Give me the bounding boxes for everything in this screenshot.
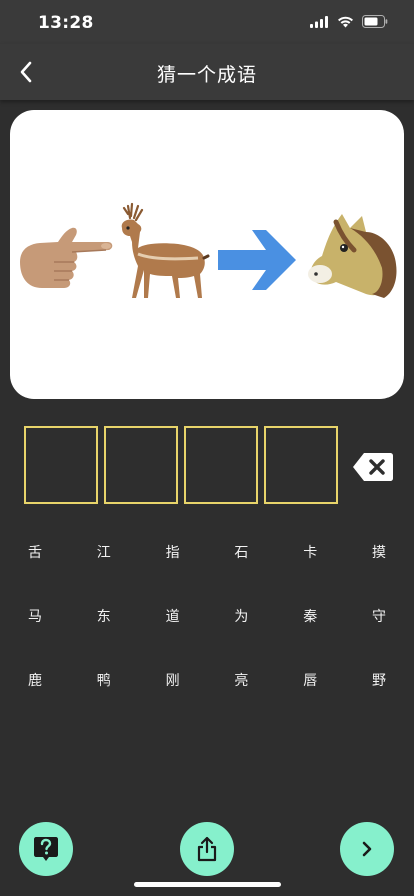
character-key[interactable]: 守 bbox=[366, 604, 392, 630]
character-key[interactable]: 舌 bbox=[22, 540, 48, 566]
next-button[interactable] bbox=[340, 822, 394, 876]
delete-button[interactable] bbox=[352, 452, 394, 482]
right-arrow-icon bbox=[218, 230, 296, 290]
character-key[interactable]: 道 bbox=[160, 604, 186, 630]
character-key[interactable]: 亮 bbox=[228, 668, 254, 694]
chevron-right-icon bbox=[362, 841, 372, 857]
character-key[interactable]: 摸 bbox=[366, 540, 392, 566]
character-key[interactable]: 卡 bbox=[297, 540, 323, 566]
hint-button[interactable] bbox=[19, 822, 73, 876]
backspace-icon bbox=[353, 453, 393, 481]
pointing-hand-icon bbox=[20, 227, 113, 288]
deer-icon bbox=[121, 202, 210, 298]
answer-slot[interactable] bbox=[24, 426, 98, 504]
battery-icon bbox=[362, 15, 388, 28]
status-icons bbox=[310, 15, 388, 28]
character-key[interactable]: 刚 bbox=[160, 668, 186, 694]
home-indicator bbox=[134, 882, 281, 887]
character-key[interactable]: 马 bbox=[22, 604, 48, 630]
character-key[interactable]: 秦 bbox=[297, 604, 323, 630]
character-key[interactable]: 为 bbox=[228, 604, 254, 630]
character-key[interactable]: 野 bbox=[366, 668, 392, 694]
page-title: 猜一个成语 bbox=[156, 64, 257, 86]
answer-slot[interactable] bbox=[184, 426, 258, 504]
character-key[interactable]: 唇 bbox=[297, 668, 323, 694]
horse-face-icon bbox=[308, 214, 397, 298]
character-key[interactable]: 鹿 bbox=[22, 668, 48, 694]
character-key[interactable]: 鸭 bbox=[91, 668, 117, 694]
character-row: 马 东 道 为 秦 守 bbox=[0, 604, 414, 630]
share-icon bbox=[197, 836, 217, 862]
character-key[interactable]: 石 bbox=[228, 540, 254, 566]
character-grid: 舌 江 指 石 卡 摸 马 东 道 为 秦 守 鹿 鸭 刚 亮 唇 野 bbox=[0, 540, 414, 732]
nav-bar: 猜一个成语 bbox=[0, 44, 414, 100]
wifi-icon bbox=[338, 16, 353, 27]
puzzle-card bbox=[10, 110, 404, 399]
question-icon bbox=[34, 837, 58, 861]
signal-icon bbox=[310, 15, 328, 28]
answer-slots bbox=[24, 426, 338, 504]
character-key[interactable]: 指 bbox=[160, 540, 186, 566]
status-bar: 13:28 bbox=[0, 0, 414, 44]
answer-slot[interactable] bbox=[104, 426, 178, 504]
status-time: 13:28 bbox=[38, 13, 94, 33]
answer-slot[interactable] bbox=[264, 426, 338, 504]
character-row: 舌 江 指 石 卡 摸 bbox=[0, 540, 414, 566]
character-row: 鹿 鸭 刚 亮 唇 野 bbox=[0, 668, 414, 694]
character-key[interactable]: 东 bbox=[91, 604, 117, 630]
share-button[interactable] bbox=[180, 822, 234, 876]
character-key[interactable]: 江 bbox=[91, 540, 117, 566]
